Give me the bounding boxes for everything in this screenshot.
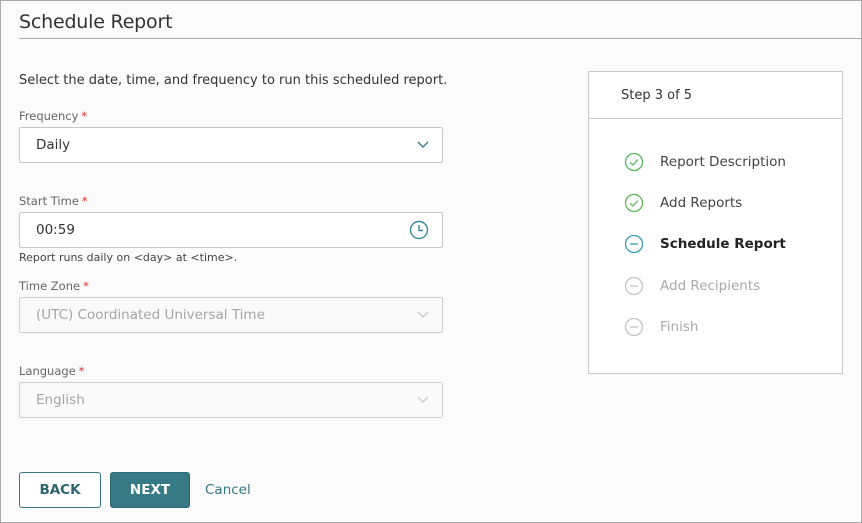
dialog-frame: Schedule Report Select the date, time, a… xyxy=(0,0,862,523)
step-report-description: Report Description xyxy=(624,152,786,172)
required-marker: * xyxy=(83,279,89,293)
step-label: Finish xyxy=(660,319,699,335)
frequency-value: Daily xyxy=(36,137,71,153)
time-zone-value: (UTC) Coordinated Universal Time xyxy=(36,307,265,323)
time-zone-label-text: Time Zone xyxy=(19,279,81,293)
start-time-helper: Report runs daily on <day> at <time>. xyxy=(19,251,238,264)
chevron-down-icon xyxy=(416,395,430,405)
chevron-down-icon[interactable] xyxy=(416,140,430,150)
frequency-label: Frequency * xyxy=(19,109,87,123)
step-finish: Finish xyxy=(624,317,698,337)
title-divider xyxy=(19,38,862,39)
step-label: Add Recipients xyxy=(660,278,761,294)
frequency-select[interactable]: Daily xyxy=(19,127,443,163)
page-title: Schedule Report xyxy=(19,11,173,33)
language-value: English xyxy=(36,392,85,408)
check-circle-icon xyxy=(624,152,644,172)
required-marker: * xyxy=(81,194,88,208)
start-time-input[interactable]: 00:59 xyxy=(19,212,443,248)
start-time-label-text: Start Time xyxy=(19,194,79,208)
frequency-label-text: Frequency xyxy=(19,109,79,123)
start-time-label: Start Time * xyxy=(19,194,88,208)
required-marker: * xyxy=(81,109,88,123)
step-add-reports: Add Reports xyxy=(624,193,742,213)
clock-icon[interactable] xyxy=(409,220,429,240)
step-label: Report Description xyxy=(660,154,786,170)
language-label-text: Language xyxy=(19,364,76,378)
language-select: English xyxy=(19,382,443,418)
required-marker: * xyxy=(78,364,85,378)
back-button[interactable]: BACK xyxy=(19,472,101,508)
step-label: Schedule Report xyxy=(660,236,786,252)
minus-circle-icon xyxy=(624,317,644,337)
step-schedule-report: Schedule Report xyxy=(624,234,786,254)
minus-circle-icon xyxy=(624,234,644,254)
language-label: Language * xyxy=(19,364,85,378)
intro-text: Select the date, time, and frequency to … xyxy=(19,73,448,88)
start-time-value: 00:59 xyxy=(36,222,75,238)
step-add-recipients: Add Recipients xyxy=(624,276,760,296)
step-label: Add Reports xyxy=(660,195,743,211)
chevron-down-icon xyxy=(416,310,430,320)
wizard-stepper: Step 3 of 5 Report Description Add Repor… xyxy=(588,71,843,374)
next-button[interactable]: NEXT xyxy=(110,472,190,508)
minus-circle-icon xyxy=(624,276,644,296)
cancel-link[interactable]: Cancel xyxy=(205,482,251,498)
step-counter: Step 3 of 5 xyxy=(589,72,842,119)
time-zone-label: Time Zone * xyxy=(19,279,89,293)
time-zone-select: (UTC) Coordinated Universal Time xyxy=(19,297,443,333)
check-circle-icon xyxy=(624,193,644,213)
